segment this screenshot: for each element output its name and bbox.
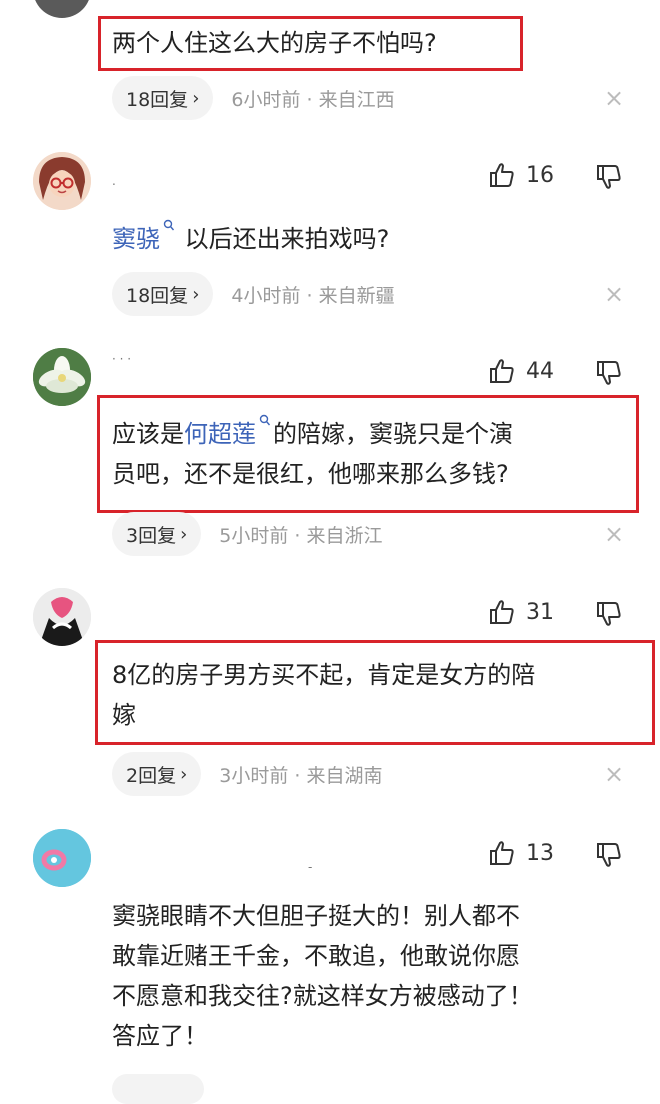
mention-link[interactable]: 窦骁 [112,219,185,253]
comment-text: 两个人住这么大的房子不怕吗? [112,29,437,57]
reply-count: 18回复 [126,88,189,111]
like-button[interactable]: 13 [488,839,554,867]
reply-button[interactable]: 2回复 › [112,752,202,796]
comment-body: 以后还出来拍戏吗? [184,225,390,253]
reply-count: 18回复 [126,284,189,307]
reply-count: 3回复 [126,524,177,547]
time-location: 3小时前 · 来自湖南 [219,764,383,787]
search-icon [259,414,271,426]
like-count: 31 [526,599,554,625]
comment-line: 嫁 [112,701,136,729]
chevron-right-icon: › [180,523,188,545]
reply-row: 2回复 › 3小时前 · 来自湖南 [112,752,383,796]
comment-text: 应该是何超莲 的陪嫁，窦骁只是个演 员吧，还不是很红，他哪来那么多钱? [112,414,513,494]
comment-text: 8亿的房子男方买不起，肯定是女方的陪 嫁 [112,655,535,735]
dislike-button[interactable] [595,359,625,389]
like-count: 44 [526,358,554,384]
reply-pill-partial[interactable] [112,1074,204,1104]
dislike-button[interactable] [595,841,625,871]
comment-line: 不愿意和我交往?就这样女方被感动了！ [112,982,533,1010]
thumbs-down-icon [597,361,621,385]
like-count: 13 [526,840,554,866]
avatar[interactable] [33,0,91,18]
time-location: 4小时前 · 来自新疆 [231,284,395,307]
comment-line: 敢靠近赌王千金，不敢追，他敢说你愿 [112,942,520,970]
reply-button[interactable]: 18回复 › [112,76,214,120]
username[interactable]: · · · [112,352,131,366]
reply-row: 18回复 › 6小时前 · 来自江西 [112,76,395,120]
chevron-right-icon: › [192,87,200,109]
reply-count: 2回复 [126,764,177,787]
username[interactable]: ‧ [112,178,116,192]
like-button[interactable]: 44 [488,357,554,385]
reply-button[interactable]: 3回复 › [112,512,202,556]
avatar[interactable] [33,348,91,406]
like-button[interactable]: 31 [488,598,554,626]
close-icon[interactable]: × [604,760,624,788]
comment-line: 员吧，还不是很红，他哪来那么多钱? [112,460,509,488]
comment-line: 应该是何超莲 的陪嫁，窦骁只是个演 [112,414,513,454]
comment-line: 答应了！ [112,1022,208,1050]
thumbs-down-icon [597,165,621,189]
thumbs-down-icon [597,843,621,867]
comment-line: 8亿的房子男方买不起，肯定是女方的陪 [112,661,536,689]
like-button[interactable]: 16 [488,161,554,189]
dislike-button[interactable] [595,163,625,193]
dislike-button[interactable] [595,600,625,630]
avatar[interactable] [33,829,91,887]
comment-text: 窦骁 以后还出来拍戏吗? [112,219,389,259]
close-icon[interactable]: × [604,520,624,548]
thumbs-up-icon [490,600,514,624]
avatar[interactable] [33,152,91,210]
thumbs-up-icon [490,359,514,383]
close-icon[interactable]: × [604,280,624,308]
chevron-right-icon: › [180,763,188,785]
search-icon [163,219,175,231]
username[interactable]: - [308,860,312,874]
thumbs-up-icon [490,163,514,187]
reply-button[interactable]: 18回复 › [112,272,214,316]
comment-line: 窦骁眼睛不大但胆子挺大的！别人都不 [112,902,520,930]
like-count: 16 [526,162,554,188]
time-location: 6小时前 · 来自江西 [231,88,395,111]
mention-link[interactable]: 何超莲 [184,414,273,448]
avatar[interactable] [33,588,91,646]
reply-row: 18回复 › 4小时前 · 来自新疆 [112,272,395,316]
thumbs-down-icon [597,602,621,626]
reply-row: 3回复 › 5小时前 · 来自浙江 [112,512,383,556]
time-location: 5小时前 · 来自浙江 [219,524,383,547]
chevron-right-icon: › [192,283,200,305]
close-icon[interactable]: × [604,84,624,112]
thumbs-up-icon [490,841,514,865]
comment-text: 窦骁眼睛不大但胆子挺大的！别人都不 敢靠近赌王千金，不敢追，他敢说你愿 不愿意和… [112,896,533,1056]
